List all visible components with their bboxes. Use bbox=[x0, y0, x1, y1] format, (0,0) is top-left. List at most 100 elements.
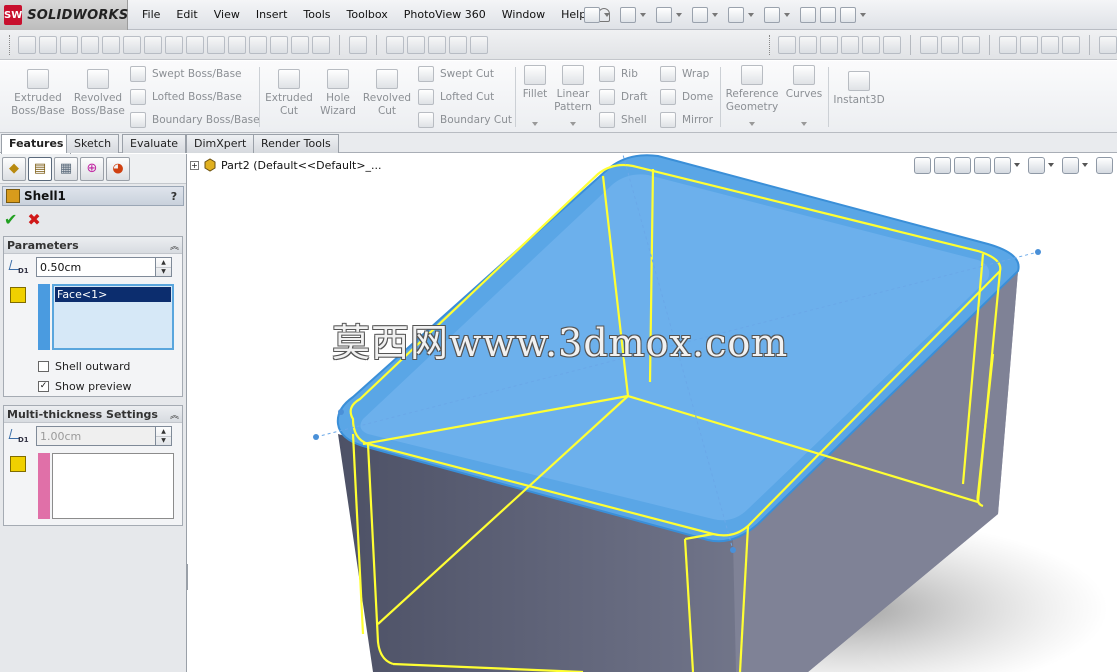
rib-button[interactable]: Rib bbox=[599, 65, 638, 83]
tab-features[interactable]: Features bbox=[1, 134, 72, 154]
menu-tools[interactable]: Tools bbox=[295, 0, 338, 30]
show-preview-row[interactable]: ✓ Show preview bbox=[4, 376, 182, 396]
spell-check-icon[interactable] bbox=[18, 35, 36, 54]
edge-handle[interactable] bbox=[338, 409, 344, 415]
new-document-icon[interactable] bbox=[584, 7, 600, 23]
section-view-icon[interactable] bbox=[974, 156, 991, 174]
boundary-cut-button[interactable]: Boundary Cut bbox=[418, 111, 512, 129]
menu-edit[interactable]: Edit bbox=[168, 0, 205, 30]
display-manager-tab[interactable]: ◕ bbox=[106, 156, 130, 181]
instant3d-button[interactable]: Instant3D bbox=[832, 71, 886, 107]
dimension-icon[interactable] bbox=[39, 35, 57, 54]
view-orient-icon[interactable] bbox=[920, 35, 938, 54]
menu-photoview[interactable]: PhotoView 360 bbox=[396, 0, 494, 30]
fillet-button[interactable]: Fillet bbox=[518, 65, 552, 101]
linear-pattern-dropdown-icon[interactable] bbox=[570, 122, 576, 126]
boundary-boss-button[interactable]: Boundary Boss/Base bbox=[130, 111, 260, 129]
show-preview-checkbox[interactable]: ✓ bbox=[38, 380, 49, 392]
hide-show-items-icon[interactable] bbox=[1062, 156, 1079, 174]
menu-window[interactable]: Window bbox=[494, 0, 553, 30]
check-drop-icon[interactable] bbox=[312, 35, 330, 54]
face-list-item[interactable]: Face<1> bbox=[55, 287, 171, 302]
view-section-icon[interactable] bbox=[941, 35, 959, 54]
draft-button[interactable]: Draft bbox=[599, 88, 647, 106]
linear-pattern-button[interactable]: Linear Pattern bbox=[552, 65, 594, 114]
extruded-boss-button[interactable]: Extruded Boss/Base bbox=[10, 69, 66, 118]
checkbox-tool-2-icon[interactable] bbox=[165, 35, 183, 54]
plane-icon[interactable] bbox=[249, 35, 267, 54]
print-icon[interactable] bbox=[692, 7, 708, 23]
checkbox-tool-3-icon[interactable] bbox=[186, 35, 204, 54]
save-dropdown-icon[interactable] bbox=[676, 13, 682, 17]
sum-icon[interactable] bbox=[207, 35, 225, 54]
move-icon[interactable] bbox=[291, 35, 309, 54]
extruded-cut-button[interactable]: Extruded Cut bbox=[262, 69, 316, 118]
checkbox-tool-icon[interactable] bbox=[144, 35, 162, 54]
menu-insert[interactable]: Insert bbox=[248, 0, 296, 30]
hole-tool-icon[interactable] bbox=[428, 35, 446, 54]
undo-dropdown-icon[interactable] bbox=[748, 13, 754, 17]
layout-2-icon[interactable] bbox=[1020, 35, 1038, 54]
hole-wizard-button[interactable]: Hole Wizard bbox=[316, 69, 360, 118]
fillet-tool-icon[interactable] bbox=[386, 35, 404, 54]
layout-4-icon[interactable] bbox=[1062, 35, 1080, 54]
select-dropdown-icon[interactable] bbox=[784, 13, 790, 17]
cancel-x-icon[interactable]: ✖ bbox=[27, 210, 40, 229]
options-icon[interactable] bbox=[840, 7, 856, 23]
spin-down-icon[interactable]: ▼ bbox=[156, 268, 171, 277]
rebuild-traffic-light-icon[interactable] bbox=[800, 7, 816, 23]
menu-view[interactable]: View bbox=[206, 0, 248, 30]
mirror-button[interactable]: Mirror bbox=[660, 111, 713, 129]
revolved-boss-button[interactable]: Revolved Boss/Base bbox=[70, 69, 126, 118]
shell-button[interactable]: Shell bbox=[599, 111, 647, 129]
file-properties-icon[interactable] bbox=[820, 7, 836, 23]
zoom-to-fit-icon[interactable] bbox=[914, 156, 931, 174]
collapse-chevron-icon[interactable]: ︽ bbox=[170, 408, 179, 421]
curves-button[interactable]: Curves bbox=[784, 65, 824, 101]
shell-outward-checkbox[interactable] bbox=[38, 360, 49, 372]
tree-expand-icon[interactable]: + bbox=[190, 160, 199, 170]
appearance-icon[interactable] bbox=[1096, 156, 1113, 174]
spin-up-icon[interactable]: ▲ bbox=[156, 258, 171, 268]
zoom-to-area-icon[interactable] bbox=[934, 156, 951, 174]
help-button[interactable]: ? bbox=[165, 190, 183, 203]
menu-toolbox[interactable]: Toolbox bbox=[339, 0, 396, 30]
tab-render-tools[interactable]: Render Tools bbox=[253, 134, 339, 153]
toolbar-grip-right[interactable] bbox=[769, 34, 772, 55]
axis-handle-bottom[interactable] bbox=[730, 547, 736, 553]
display-style-dropdown-icon[interactable] bbox=[1048, 163, 1054, 167]
save-icon[interactable] bbox=[656, 7, 672, 23]
balance-icon[interactable] bbox=[60, 35, 78, 54]
axis-handle-right[interactable] bbox=[1035, 249, 1041, 255]
previous-view-icon[interactable] bbox=[954, 156, 971, 174]
view-zoom-icon[interactable] bbox=[962, 35, 980, 54]
intersect-icon[interactable] bbox=[228, 35, 246, 54]
surface-6-icon[interactable] bbox=[883, 35, 901, 54]
revolved-cut-button[interactable]: Revolved Cut bbox=[360, 69, 414, 118]
toolbar-grip[interactable] bbox=[9, 34, 12, 55]
feature-manager-tab[interactable]: ◆ bbox=[2, 156, 26, 181]
chamfer-tool-icon[interactable] bbox=[407, 35, 425, 54]
tab-sketch[interactable]: Sketch bbox=[66, 134, 120, 153]
app-logo[interactable]: SW SOLIDWORKS bbox=[0, 0, 128, 30]
graphics-area[interactable]: + Part2 (Default<<Default>_... 莫西网www.3d… bbox=[188, 154, 1117, 672]
surface-5-icon[interactable] bbox=[862, 35, 880, 54]
feature-tree-flyout[interactable]: + Part2 (Default<<Default>_... bbox=[190, 158, 382, 172]
faces-to-remove-list[interactable]: Face<1> bbox=[52, 284, 174, 350]
rotate-tool-icon[interactable] bbox=[470, 35, 488, 54]
measure-icon[interactable] bbox=[102, 35, 120, 54]
model-preview[interactable] bbox=[188, 154, 1117, 672]
open-folder-icon[interactable] bbox=[620, 7, 636, 23]
undo-icon[interactable] bbox=[728, 7, 744, 23]
lofted-cut-button[interactable]: Lofted Cut bbox=[418, 88, 494, 106]
tab-dimxpert[interactable]: DimXpert bbox=[186, 134, 255, 153]
view-orientation-dropdown-icon[interactable] bbox=[1014, 163, 1020, 167]
split-icon[interactable] bbox=[270, 35, 288, 54]
curves-dropdown-icon[interactable] bbox=[801, 122, 807, 126]
axis-handle-left[interactable] bbox=[313, 434, 319, 440]
options-dropdown-icon[interactable] bbox=[860, 13, 866, 17]
collapse-chevron-icon[interactable]: ︽ bbox=[170, 239, 179, 252]
scale-icon[interactable] bbox=[81, 35, 99, 54]
surface-3-icon[interactable] bbox=[820, 35, 838, 54]
reference-geometry-dropdown-icon[interactable] bbox=[749, 122, 755, 126]
